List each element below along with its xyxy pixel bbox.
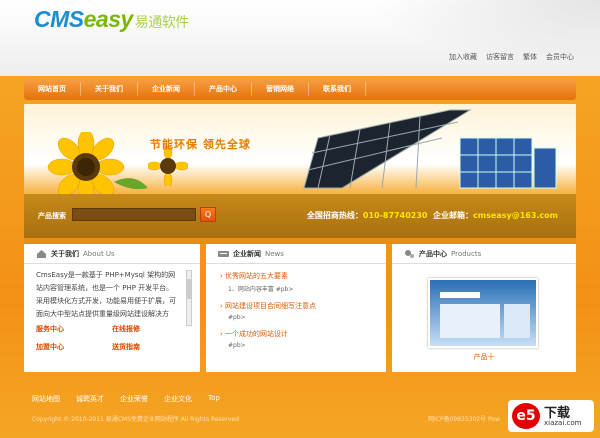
news-item: 一个成功的网站设计 #pb> <box>220 329 372 349</box>
about-text: CmsEasy是一款基于 PHP+Mysql 架构的网站内容管理系统，也是一个 … <box>36 271 176 318</box>
home-icon <box>37 249 46 258</box>
news-list: 优秀网站的五大要素 1、网站内容丰富 #pb> 网站建设项目合同细写注意点 #p… <box>206 264 386 364</box>
search-label: 产品搜索 <box>38 212 66 220</box>
news-item-summary: #pb> <box>228 314 246 321</box>
nav-products[interactable]: 产品中心 <box>195 82 252 96</box>
news-item-summary: 1、网站内容丰富 #pb> <box>228 286 294 293</box>
news-title-en: News <box>265 249 284 258</box>
hotline-label: 全国招商热线： <box>306 211 363 220</box>
link-service-center[interactable]: 服务中心 <box>36 324 112 334</box>
watermark-url: xiazai.com <box>544 419 582 427</box>
products-title-en: Products <box>451 249 482 258</box>
news-item-title[interactable]: 一个成功的网站设计 <box>220 329 372 339</box>
link-delivery-guide[interactable]: 送货指南 <box>112 342 188 352</box>
product-thumbnail[interactable] <box>428 278 538 348</box>
about-links: 服务中心 在线报修 加盟中心 送货指南 <box>24 320 200 356</box>
products-panel: 产品中心 Products 产品十 <box>392 244 576 372</box>
email-address[interactable]: cmseasy@163.com <box>473 211 558 220</box>
about-scrollbar[interactable] <box>186 270 192 326</box>
search-input[interactable] <box>72 208 196 221</box>
news-item-summary: #pb> <box>228 342 246 349</box>
hotline-number: 010-87740230 <box>362 211 428 220</box>
news-item-title[interactable]: 优秀网站的五大要素 <box>220 271 372 281</box>
news-header: 企业新闻 News <box>206 244 386 264</box>
contact-info: 全国招商热线：010-87740230 企业邮箱：cmseasy@163.com <box>307 210 558 221</box>
logo-text-cn: 易通软件 <box>134 14 190 30</box>
about-title: 关于我们 <box>51 249 79 258</box>
small-sunflower-image <box>148 146 188 186</box>
logo-text-cms: CMS <box>34 6 84 32</box>
about-header: 关于我们 About Us <box>24 244 200 264</box>
product-name[interactable]: 产品十 <box>392 352 576 362</box>
link-online-repair[interactable]: 在线报修 <box>112 324 188 334</box>
solar-panels-image <box>303 109 557 189</box>
news-title: 企业新闻 <box>233 249 261 258</box>
sunflower-image <box>47 132 148 202</box>
about-panel: 关于我们 About Us CmsEasy是一款基于 PHP+Mysql 架构的… <box>24 244 200 372</box>
toplink-traditional[interactable]: 繁体 <box>523 52 537 62</box>
footer-link-jobs[interactable]: 诚聘英才 <box>76 394 104 404</box>
about-title-en: About Us <box>83 249 115 258</box>
products-title: 产品中心 <box>419 249 447 258</box>
nav-about[interactable]: 关于我们 <box>81 82 138 96</box>
footer-link-honors[interactable]: 企业荣誉 <box>120 394 148 404</box>
nav-news[interactable]: 企业新闻 <box>138 82 195 96</box>
icp-text: 网ICP备09835302号 Pow <box>428 416 501 423</box>
email-label: 企业邮箱： <box>433 211 474 220</box>
gear-icon <box>405 249 414 258</box>
nav-home[interactable]: 网站首页 <box>24 82 81 96</box>
watermark-mark: e5 <box>512 403 540 429</box>
footer-links: 网站地图 诚聘英才 企业荣誉 企业文化 Top <box>32 394 220 404</box>
header: CMSeasy 易通软件 加入收藏 访客留言 繁体 会员中心 <box>0 0 600 76</box>
footer-link-culture[interactable]: 企业文化 <box>164 394 192 404</box>
site-logo[interactable]: CMSeasy 易通软件 <box>34 6 189 33</box>
main-nav: 网站首页 关于我们 企业新闻 产品中心 营销网络 联系我们 <box>24 78 576 100</box>
footer-link-sitemap[interactable]: 网站地图 <box>32 394 60 404</box>
nav-contact[interactable]: 联系我们 <box>309 82 366 96</box>
news-item: 网站建设项目合同细写注意点 #pb> <box>220 301 372 321</box>
toplink-favorite[interactable]: 加入收藏 <box>449 52 477 62</box>
nav-network[interactable]: 营销网络 <box>252 82 309 96</box>
watermark-logo: e5 下载 xiazai.com <box>508 400 594 432</box>
top-links: 加入收藏 访客留言 繁体 会员中心 <box>449 52 574 62</box>
toplink-member[interactable]: 会员中心 <box>546 52 574 62</box>
logo-text-easy: easy <box>83 6 134 32</box>
news-item: 优秀网站的五大要素 1、网站内容丰富 #pb> <box>220 271 372 293</box>
copyright-text: Copyright © 2010-2011 易通CMS免费企业网站程序 All … <box>32 416 239 423</box>
banner-slogan: 节能环保 领先全球 <box>150 138 251 151</box>
toplink-guestbook[interactable]: 访客留言 <box>486 52 514 62</box>
search-button[interactable]: Q <box>200 207 216 222</box>
keyboard-icon <box>218 250 229 257</box>
search-bar: 产品搜索 Q 全国招商热线：010-87740230 企业邮箱：cmseasy@… <box>24 194 576 238</box>
news-panel: 企业新闻 News 优秀网站的五大要素 1、网站内容丰富 #pb> 网站建设项目… <box>206 244 386 372</box>
footer-link-top[interactable]: Top <box>208 394 220 404</box>
link-join-center[interactable]: 加盟中心 <box>36 342 112 352</box>
news-item-title[interactable]: 网站建设项目合同细写注意点 <box>220 301 372 311</box>
products-header: 产品中心 Products <box>392 244 576 264</box>
